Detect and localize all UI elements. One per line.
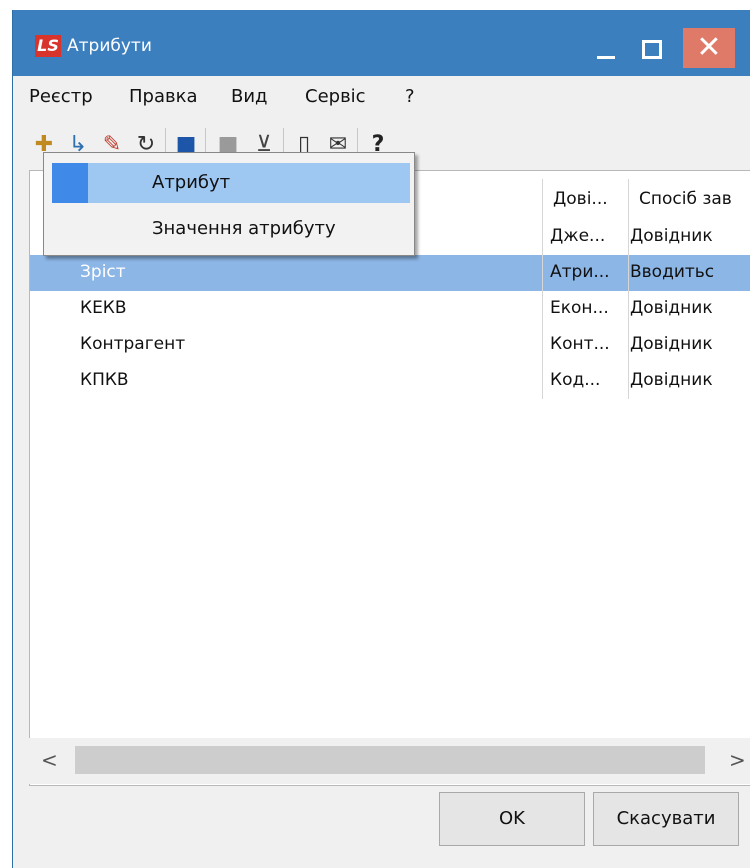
maximize-button[interactable] bbox=[629, 28, 669, 68]
table-row[interactable]: КПКВ Код... Довідник bbox=[30, 363, 750, 399]
row-name: КПКВ bbox=[80, 370, 129, 390]
attributes-list[interactable]: Дові... Спосіб зав Дже... Довідник Зріст… bbox=[29, 170, 750, 786]
menu-edit[interactable]: Правка bbox=[129, 86, 198, 107]
menu-item-attribute[interactable]: Атрибут bbox=[52, 163, 410, 203]
menu-registry[interactable]: Реєстр bbox=[29, 86, 93, 107]
attributes-window: LS Атрибути ✕ Реєстр Правка Вид Сервіс ?… bbox=[12, 10, 750, 868]
row-directory: Екон... bbox=[550, 298, 609, 318]
row-name: Контрагент bbox=[80, 334, 186, 354]
row-directory: Конт... bbox=[550, 334, 610, 354]
menu-item-label: Атрибут bbox=[152, 172, 231, 193]
title-bar[interactable]: LS Атрибути ✕ bbox=[13, 10, 750, 76]
menu-service[interactable]: Сервіс bbox=[305, 86, 366, 107]
scrollbar-thumb[interactable] bbox=[75, 746, 705, 774]
horizontal-scrollbar[interactable]: < > bbox=[29, 738, 750, 784]
menu-item-attribute-value[interactable]: Значення атрибуту bbox=[52, 209, 410, 249]
scroll-left-icon[interactable]: < bbox=[41, 748, 58, 772]
row-method: Вводитьс bbox=[630, 262, 715, 282]
app-logo: LS bbox=[35, 35, 61, 57]
column-header-directory[interactable]: Дові... bbox=[542, 179, 628, 219]
menu-help[interactable]: ? bbox=[405, 86, 415, 107]
row-method: Довідник bbox=[630, 334, 713, 354]
row-name: Зріст bbox=[80, 262, 126, 282]
row-method: Довідник bbox=[630, 298, 713, 318]
window-title: Атрибути bbox=[67, 36, 152, 56]
ok-button[interactable]: OK bbox=[439, 792, 585, 846]
table-row[interactable]: Контрагент Конт... Довідник bbox=[30, 327, 750, 363]
close-button[interactable]: ✕ bbox=[683, 28, 735, 68]
menu-item-marker bbox=[52, 163, 88, 203]
menu-item-label: Значення атрибуту bbox=[152, 218, 336, 239]
scroll-right-icon[interactable]: > bbox=[729, 748, 746, 772]
column-header-method[interactable]: Спосіб зав bbox=[628, 179, 750, 219]
row-directory: Атри... bbox=[550, 262, 610, 282]
table-row[interactable]: КЕКВ Екон... Довідник bbox=[30, 291, 750, 327]
minimize-button[interactable] bbox=[585, 28, 625, 68]
row-directory: Дже... bbox=[550, 226, 606, 246]
add-dropdown-menu: Атрибут Значення атрибуту bbox=[43, 152, 415, 256]
table-row-selected[interactable]: Зріст Атри... Вводитьс bbox=[30, 255, 750, 291]
menu-view[interactable]: Вид bbox=[231, 86, 268, 107]
row-method: Довідник bbox=[630, 226, 713, 246]
menu-bar: Реєстр Правка Вид Сервіс ? bbox=[13, 76, 750, 116]
row-directory: Код... bbox=[550, 370, 601, 390]
close-icon: ✕ bbox=[696, 30, 722, 65]
cancel-button[interactable]: Скасувати bbox=[593, 792, 739, 846]
row-method: Довідник bbox=[630, 370, 713, 390]
row-name: КЕКВ bbox=[80, 298, 127, 318]
